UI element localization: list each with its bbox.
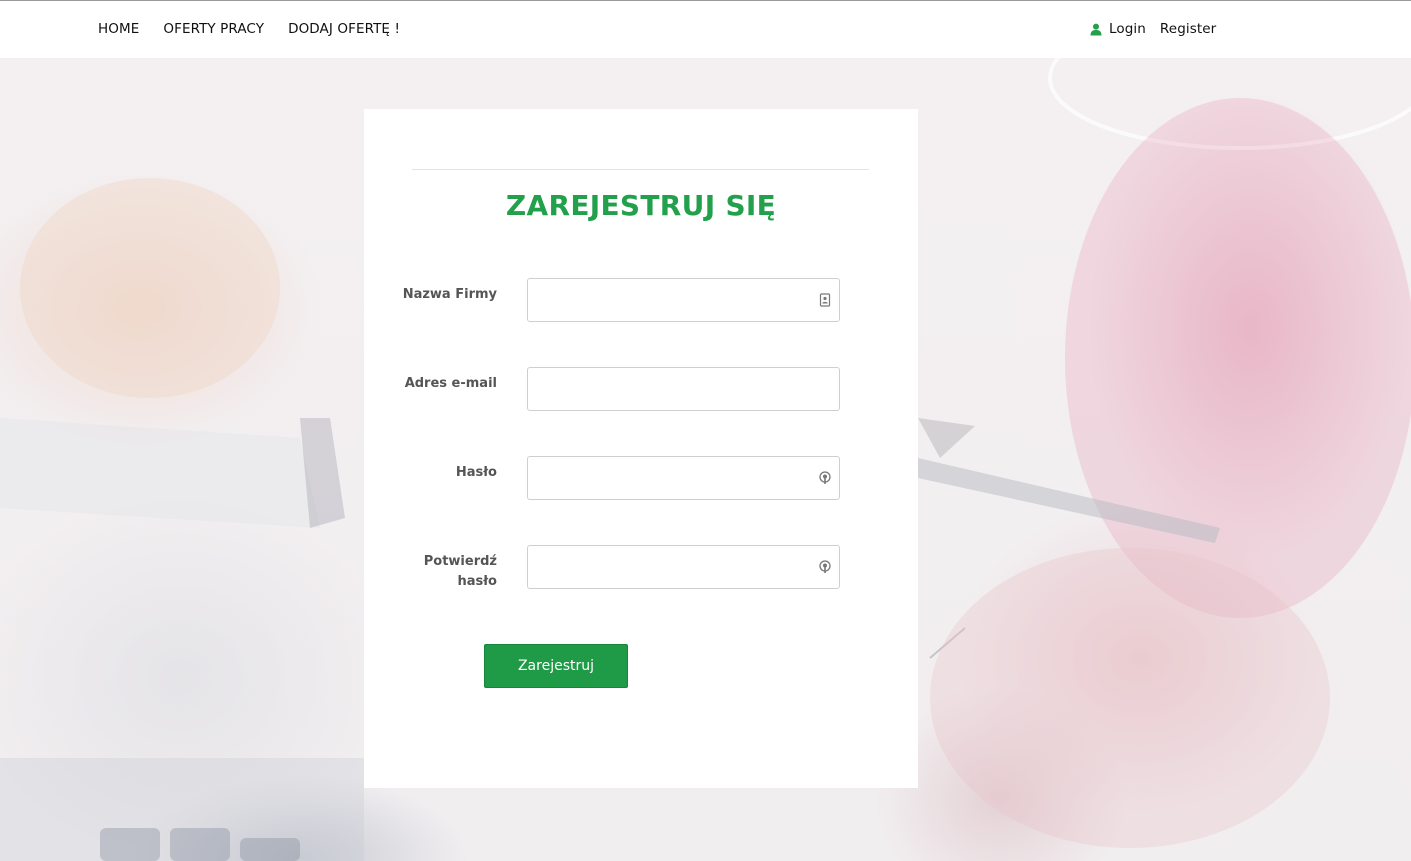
login-link[interactable]: Login xyxy=(1109,21,1146,37)
password-label: Hasło xyxy=(455,465,497,480)
key-icon[interactable] xyxy=(818,560,832,574)
register-link[interactable]: Register xyxy=(1160,21,1216,37)
page-title: ZAREJESTRUJ SIĘ xyxy=(505,189,777,222)
confirm-label-line-2: hasło xyxy=(457,574,497,589)
nav-add-offer-link[interactable]: DODAJ OFERTĘ ! xyxy=(288,21,400,37)
nav-jobs-link[interactable]: OFERTY PRACY xyxy=(163,21,264,37)
nav-home-link[interactable]: HOME xyxy=(98,21,139,37)
register-card: ZAREJESTRUJ SIĘ Nazwa Firmy Adres e-mail… xyxy=(364,109,918,788)
confirm-password-label: Potwierdź hasło xyxy=(377,552,497,592)
key-icon[interactable] xyxy=(818,471,832,485)
confirm-label-line-1: Potwierdź xyxy=(423,554,497,569)
main-nav: HOME OFERTY PRACY DODAJ OFERTĘ ! xyxy=(98,21,424,37)
password-input[interactable] xyxy=(527,456,840,500)
confirm-password-input[interactable] xyxy=(527,545,840,589)
card-divider xyxy=(412,169,869,170)
top-navbar: HOME OFERTY PRACY DODAJ OFERTĘ ! Login R… xyxy=(0,0,1411,58)
company-name-label: Nazwa Firmy xyxy=(402,287,497,302)
user-icon xyxy=(1090,23,1102,35)
email-input[interactable] xyxy=(527,367,840,411)
register-submit-button[interactable]: Zarejestruj xyxy=(484,644,628,688)
email-label: Adres e-mail xyxy=(404,376,497,391)
contact-card-icon[interactable] xyxy=(818,293,832,307)
company-name-input[interactable] xyxy=(527,278,840,322)
auth-nav: Login Register xyxy=(1090,21,1216,37)
